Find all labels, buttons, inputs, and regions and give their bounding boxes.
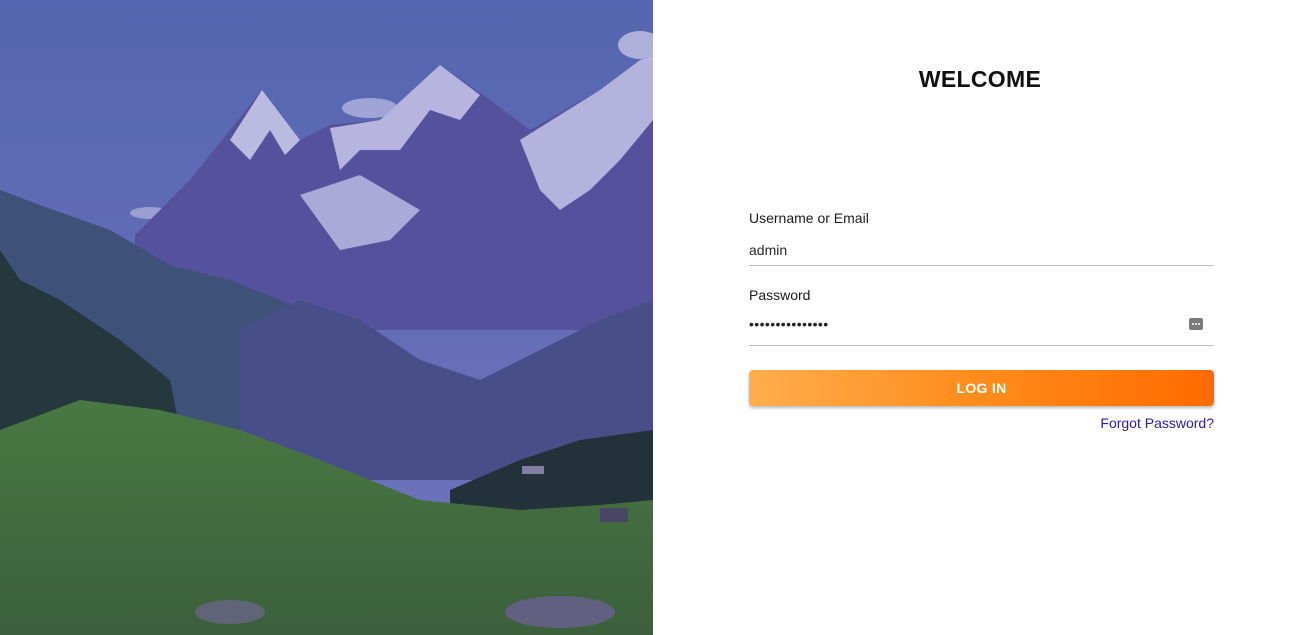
- password-input[interactable]: •••••••••••••••: [749, 312, 1214, 346]
- login-panel: WELCOME Username or Email Password •••••…: [653, 0, 1307, 635]
- mountain-landscape: [0, 0, 653, 635]
- forgot-password-link[interactable]: Forgot Password?: [1100, 415, 1214, 431]
- page-title: WELCOME: [918, 66, 1042, 92]
- username-label: Username or Email: [749, 210, 869, 226]
- password-dots-icon[interactable]: [1189, 318, 1203, 330]
- username-input[interactable]: [749, 235, 1214, 266]
- password-mask: •••••••••••••••: [749, 316, 829, 332]
- password-label: Password: [749, 287, 811, 303]
- login-button[interactable]: LOG IN: [749, 370, 1214, 406]
- hero-image: [0, 0, 653, 635]
